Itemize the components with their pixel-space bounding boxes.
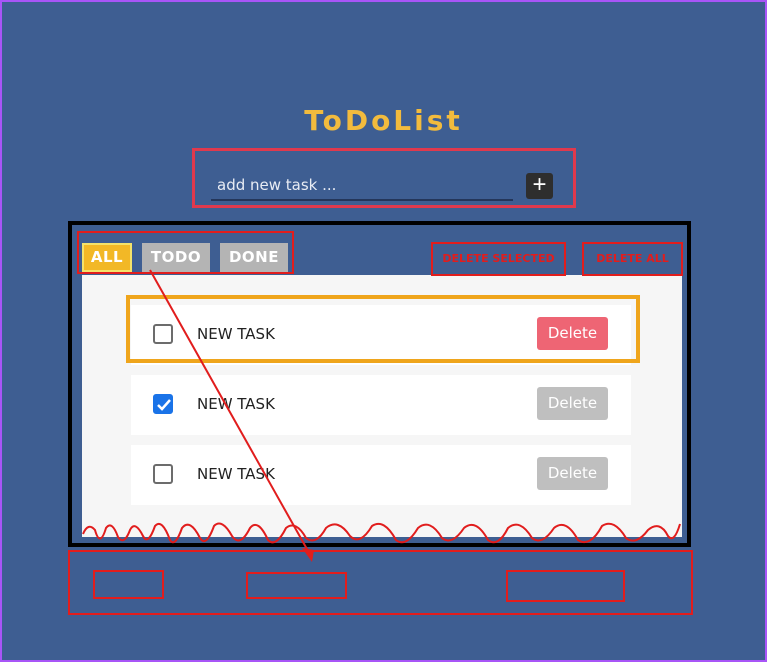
footer-slot-right: [506, 570, 625, 602]
plus-icon: +: [532, 171, 547, 198]
task-item: NEW TASK Delete: [131, 445, 631, 505]
tab-todo[interactable]: TODO: [142, 243, 210, 272]
delete-all-button[interactable]: DELETE ALL: [584, 252, 681, 265]
task-label: NEW TASK: [197, 395, 275, 413]
task-checkbox[interactable]: [153, 394, 173, 414]
selected-task-annotation-box: [126, 295, 640, 363]
add-task-button[interactable]: +: [526, 173, 553, 199]
checkmark-icon: [157, 399, 171, 411]
footer-slot-left: [93, 570, 164, 599]
task-checkbox[interactable]: [153, 464, 173, 484]
delete-selected-button[interactable]: DELETE SELECTED: [433, 252, 564, 265]
app-title: ToDoList: [304, 104, 463, 137]
tab-all[interactable]: ALL: [82, 243, 132, 272]
delete-task-button[interactable]: Delete: [537, 387, 608, 420]
task-label: NEW TASK: [197, 465, 275, 483]
footer-slot-middle: [246, 572, 347, 599]
new-task-input[interactable]: [211, 171, 513, 201]
tab-done[interactable]: DONE: [220, 243, 288, 272]
task-item: NEW TASK Delete: [131, 375, 631, 435]
delete-task-button[interactable]: Delete: [537, 457, 608, 490]
